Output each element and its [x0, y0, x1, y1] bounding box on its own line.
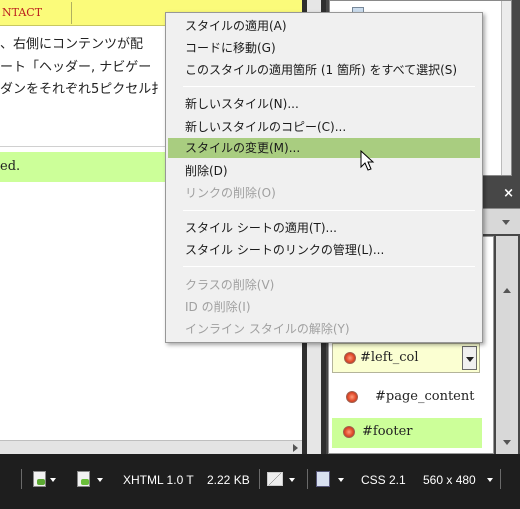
document-check-icon[interactable]	[33, 471, 46, 487]
subpanel-scrollbar[interactable]	[501, 1, 511, 175]
panel-close-icon[interactable]: ×	[503, 186, 514, 201]
chevron-down-icon[interactable]	[289, 478, 295, 482]
content-text-line: ダンをそれぞれ5ピクセル扌	[0, 82, 165, 97]
menu-item-remove-id: ID の削除(I)	[185, 300, 251, 314]
menu-item-modify-style[interactable]: スタイルの変更(M)...	[168, 138, 480, 158]
menu-item-new-style[interactable]: 新しいスタイル(N)...	[168, 94, 480, 114]
css-rule-page-content[interactable]: #page_content	[332, 383, 492, 413]
color-swatch-icon[interactable]	[267, 472, 283, 486]
menu-separator	[183, 210, 475, 211]
red-dot-icon	[343, 426, 355, 438]
menu-item-remove-link: リンクの削除(O)	[185, 186, 276, 200]
menu-item-remove-class: クラスの削除(V)	[185, 278, 275, 292]
rules-scrollbar[interactable]	[496, 236, 518, 454]
menu-item-select-all-instances[interactable]: このスタイルの適用箇所 (1 箇所) をすべて選択(S)	[168, 60, 480, 80]
scroll-down-arrow-icon[interactable]	[503, 440, 511, 445]
rule-dropdown-button[interactable]	[462, 346, 477, 370]
css-rule-left-col[interactable]: #left_col	[332, 343, 480, 373]
content-text-line: 、右側にコンテンツが配	[0, 37, 144, 52]
red-dot-icon	[346, 391, 358, 403]
rule-selector-text: #left_col	[360, 350, 419, 365]
menu-item-apply-style[interactable]: スタイルの適用(A)	[168, 16, 480, 36]
chevron-down-icon	[502, 220, 510, 225]
scroll-up-arrow-icon[interactable]	[503, 288, 511, 293]
status-separator	[500, 469, 501, 489]
page-size-indicator[interactable]: 560 x 480	[423, 473, 476, 487]
file-size-indicator: 2.22 KB	[207, 473, 250, 487]
arrow-pointer-icon	[360, 150, 375, 171]
css-version-indicator[interactable]: CSS 2.1	[361, 473, 406, 487]
status-separator	[21, 469, 22, 489]
status-separator	[307, 469, 308, 489]
chevron-down-icon[interactable]	[50, 478, 56, 482]
chevron-down-icon[interactable]	[97, 478, 103, 482]
status-separator	[259, 469, 260, 489]
chevron-down-icon	[466, 357, 474, 362]
status-bar: XHTML 1.0 T 2.22 KB CSS 2.1 560 x 480	[0, 454, 520, 509]
red-dot-icon	[344, 352, 356, 364]
menu-separator	[183, 266, 475, 267]
context-menu: スタイルの適用(A) コードに移動(G) このスタイルの適用箇所 (1 箇所) …	[165, 12, 483, 343]
content-text-line: ート「ヘッダー, ナビゲー	[0, 60, 152, 75]
doctype-indicator[interactable]: XHTML 1.0 T	[123, 473, 194, 487]
chevron-down-icon[interactable]	[338, 478, 344, 482]
rule-selector-text: #page_content	[375, 389, 475, 404]
menu-separator	[183, 86, 475, 87]
menu-item-new-style-copy[interactable]: 新しいスタイルのコピー(C)...	[168, 117, 480, 137]
horizontal-scrollbar[interactable]	[0, 440, 302, 454]
css-document-icon[interactable]	[316, 471, 330, 487]
chevron-down-icon[interactable]	[487, 478, 493, 482]
rule-selector-text: #footer	[362, 424, 413, 439]
menu-item-go-to-code[interactable]: コードに移動(G)	[168, 38, 480, 58]
document-status-icon[interactable]	[77, 471, 90, 487]
menu-item-remove-inline-style: インライン スタイルの解除(Y)	[185, 322, 350, 336]
menu-item-attach-style-sheet[interactable]: スタイル シートの適用(T)...	[168, 218, 480, 238]
scroll-right-arrow-icon[interactable]	[293, 444, 298, 452]
menu-item-delete[interactable]: 削除(D)	[168, 161, 480, 181]
nav-item-contact[interactable]: NTACT	[0, 2, 72, 24]
menu-item-manage-style-sheet-links[interactable]: スタイル シートのリンクの管理(L)...	[168, 240, 480, 260]
css-rule-footer[interactable]: #footer	[332, 418, 482, 448]
